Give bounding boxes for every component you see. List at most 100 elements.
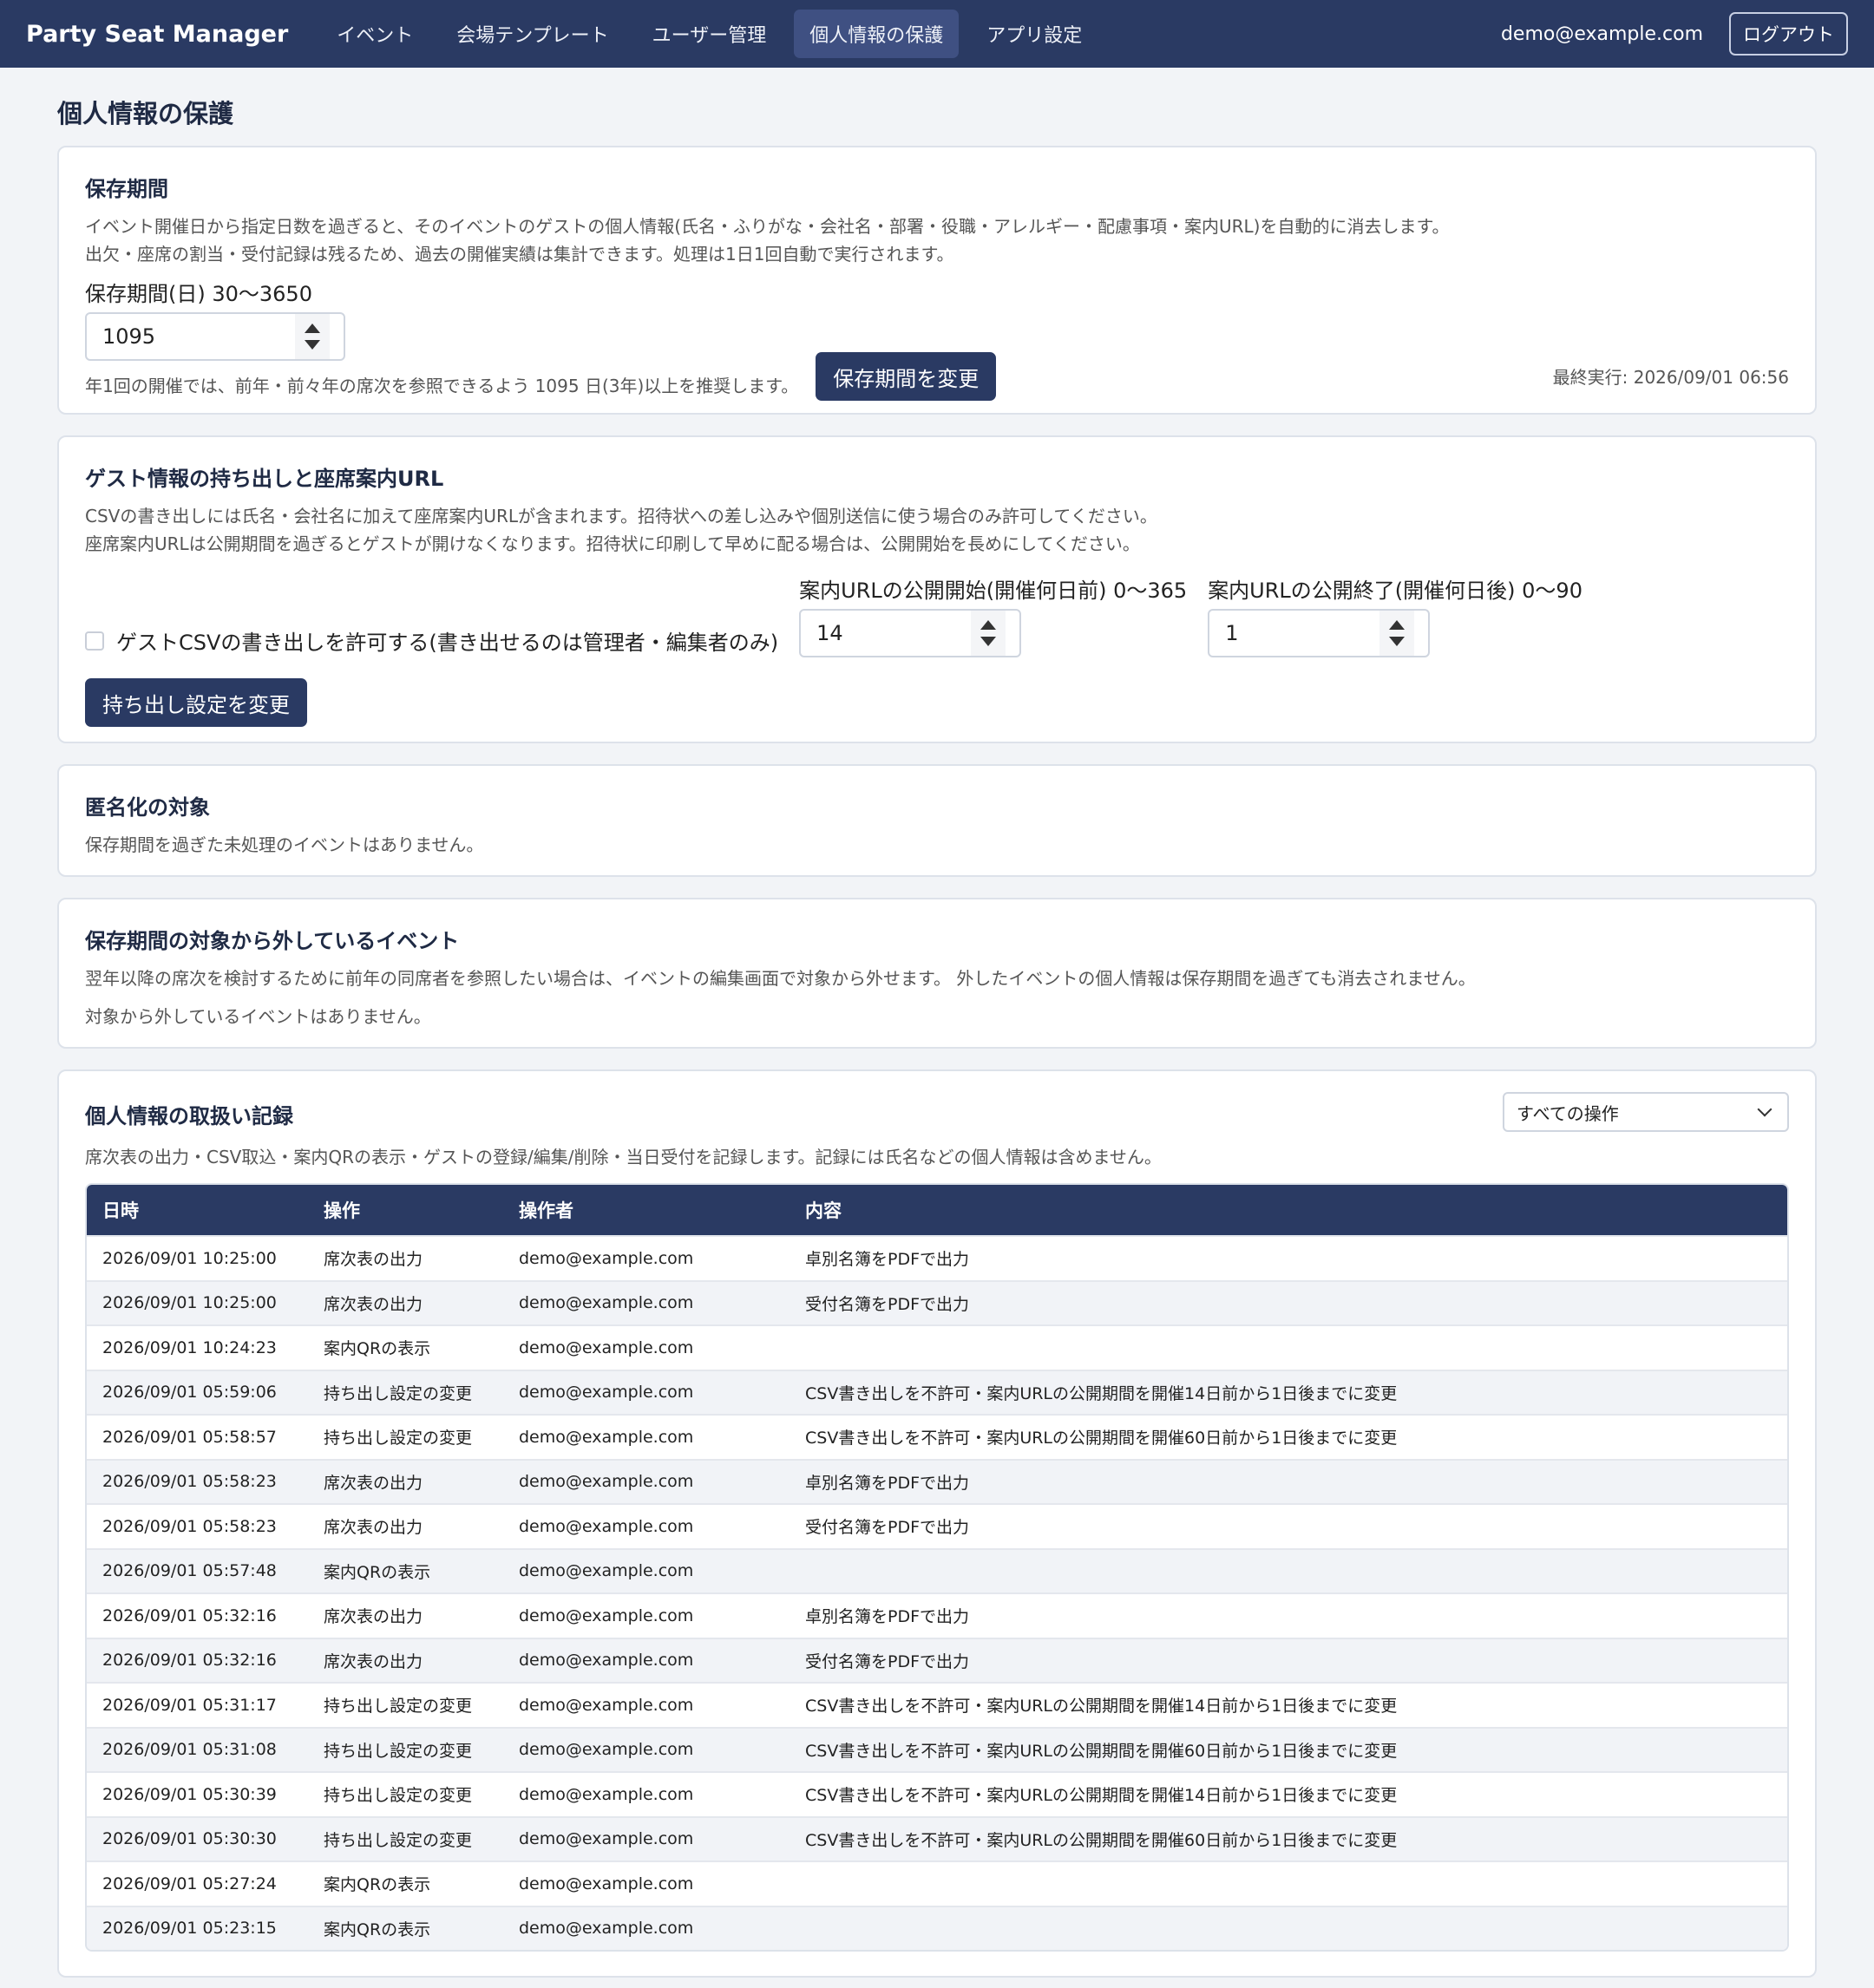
app-brand[interactable]: Party Seat Manager: [26, 21, 288, 48]
url-end-spinner[interactable]: [1379, 611, 1415, 656]
cell-operation: 案内QRの表示: [308, 1905, 503, 1950]
url-end-value: 1: [1225, 621, 1239, 645]
retention-hint: 年1回の開催では、前年・前々年の席次を参照できるよう 1095 日(3年)以上を…: [85, 375, 799, 396]
cell-content: [790, 1905, 1787, 1950]
chevron-down-icon: [1757, 1102, 1772, 1117]
increment-icon[interactable]: [1389, 620, 1406, 630]
operation-filter-value: すべての操作: [1517, 1102, 1619, 1124]
cell-operator: demo@example.com: [503, 1369, 790, 1414]
cell-content: 受付名簿をPDFで出力: [790, 1279, 1787, 1324]
decrement-icon[interactable]: [305, 340, 320, 350]
table-row: 2026/09/01 05:58:57 持ち出し設定の変更 demo@example…: [87, 1414, 1787, 1459]
cell-datetime: 2026/09/01 05:32:16: [87, 1592, 308, 1638]
cell-operation: 案内QRの表示: [308, 1547, 503, 1592]
increment-icon[interactable]: [980, 620, 997, 630]
url-end-input[interactable]: 1: [1208, 609, 1431, 657]
retention-desc-2: 出欠・座席の割当・受付記録は残るため、過去の開催実績は集計できます。処理は1日1…: [85, 244, 954, 265]
csv-export-checkbox[interactable]: [85, 631, 104, 651]
retention-title: 保存期間: [85, 177, 168, 201]
logout-button[interactable]: ログアウト: [1729, 12, 1848, 56]
excluded-desc: 翌年以降の席次を検討するために前年の同席者を参照したい場合は、イベントの編集画面…: [85, 968, 1476, 989]
cell-content: 受付名簿をPDFで出力: [790, 1503, 1787, 1548]
cell-operator: demo@example.com: [503, 1726, 790, 1771]
cell-operation: 席次表の出力: [308, 1235, 503, 1280]
table-row: 2026/09/01 10:25:00 席次表の出力 demo@example.co…: [87, 1279, 1787, 1324]
retention-days-value: 1095: [102, 324, 156, 349]
cell-operation: 案内QRの表示: [308, 1860, 503, 1906]
cell-datetime: 2026/09/01 10:24:23: [87, 1324, 308, 1370]
cell-datetime: 2026/09/01 05:57:48: [87, 1547, 308, 1592]
url-start-input[interactable]: 14: [799, 609, 1022, 657]
nav-item-1[interactable]: 会場テンプレート: [441, 10, 624, 58]
header-datetime[interactable]: 日時: [87, 1185, 308, 1235]
cell-datetime: 2026/09/01 05:23:15: [87, 1905, 308, 1950]
access-log-card: 個人情報の取扱い記録 すべての操作 席次表の出力・CSV取込・案内QRの表示・ゲ…: [57, 1069, 1817, 1978]
cell-datetime: 2026/09/01 05:59:06: [87, 1369, 308, 1414]
url-end-label: 案内URLの公開終了(開催何日後) 0〜90: [1208, 579, 1582, 603]
export-title: ゲスト情報の持ち出しと座席案内URL: [85, 467, 444, 491]
url-start-value: 14: [816, 621, 843, 645]
cell-content: [790, 1324, 1787, 1370]
last-run-time: 最終実行: 2026/09/01 06:56: [1552, 367, 1789, 388]
access-log-body: 2026/09/01 10:25:00 席次表の出力 demo@example.co…: [87, 1235, 1787, 1950]
export-desc-1: CSVの書き出しには氏名・会社名に加えて座席案内URLが含まれます。招待状への差…: [85, 506, 1157, 526]
nav-item-3[interactable]: 個人情報の保護: [794, 10, 960, 58]
nav-item-0[interactable]: イベント: [321, 10, 429, 58]
cell-operator: demo@example.com: [503, 1860, 790, 1906]
cell-operation: 案内QRの表示: [308, 1324, 503, 1370]
header-operation[interactable]: 操作: [308, 1185, 503, 1235]
table-row: 2026/09/01 05:59:06 持ち出し設定の変更 demo@example…: [87, 1369, 1787, 1414]
table-row: 2026/09/01 05:30:30 持ち出し設定の変更 demo@example…: [87, 1815, 1787, 1860]
cell-datetime: 2026/09/01 05:58:23: [87, 1458, 308, 1503]
url-start-label: 案内URLの公開開始(開催何日前) 0〜365: [799, 579, 1188, 603]
nav-item-2[interactable]: ユーザー管理: [637, 10, 783, 58]
url-start-field: 案内URLの公開開始(開催何日前) 0〜365 14: [799, 573, 1187, 657]
csv-export-checkbox-row[interactable]: ゲストCSVの書き出しを許可する(書き出せるのは管理者・編集者のみ): [85, 625, 778, 656]
cell-operator: demo@example.com: [503, 1815, 790, 1860]
table-row: 2026/09/01 05:30:39 持ち出し設定の変更 demo@example…: [87, 1771, 1787, 1816]
cell-content: [790, 1860, 1787, 1906]
retention-field-label: 保存期間(日) 30〜3650: [85, 282, 312, 306]
cell-operator: demo@example.com: [503, 1414, 790, 1459]
change-retention-button[interactable]: 保存期間を変更: [816, 352, 997, 401]
decrement-icon[interactable]: [980, 637, 997, 646]
anonymize-card: 匿名化の対象 保存期間を過ぎた未処理のイベントはありません。: [57, 764, 1817, 877]
cell-operation: 持ち出し設定の変更: [308, 1682, 503, 1727]
table-row: 2026/09/01 10:25:00 席次表の出力 demo@example.co…: [87, 1235, 1787, 1280]
cell-content: CSV書き出しを不許可・案内URLの公開期間を開催60日前から1日後までに変更: [790, 1414, 1787, 1459]
cell-datetime: 2026/09/01 10:25:00: [87, 1235, 308, 1280]
cell-operation: 持ち出し設定の変更: [308, 1414, 503, 1459]
cell-datetime: 2026/09/01 05:30:30: [87, 1815, 308, 1860]
header-content[interactable]: 内容: [790, 1185, 1787, 1235]
decrement-icon[interactable]: [1389, 637, 1406, 646]
excluded-card: 保存期間の対象から外しているイベント 翌年以降の席次を検討するために前年の同席者…: [57, 898, 1817, 1049]
table-row: 2026/09/01 05:31:08 持ち出し設定の変更 demo@example…: [87, 1726, 1787, 1771]
access-log-desc: 席次表の出力・CSV取込・案内QRの表示・ゲストの登録/編集/削除・当日受付を記…: [85, 1147, 1162, 1167]
cell-operator: demo@example.com: [503, 1503, 790, 1548]
cell-datetime: 2026/09/01 10:25:00: [87, 1279, 308, 1324]
cell-content: CSV書き出しを不許可・案内URLの公開期間を開催60日前から1日後までに変更: [790, 1815, 1787, 1860]
page: 個人情報の保護 保存期間 イベント開催日から指定日数を過ぎると、そのイベントのゲ…: [0, 68, 1874, 1978]
operation-filter-select[interactable]: すべての操作: [1503, 1092, 1789, 1132]
cell-content: 卓別名簿をPDFで出力: [790, 1458, 1787, 1503]
table-row: 2026/09/01 05:32:16 席次表の出力 demo@example.co…: [87, 1592, 1787, 1638]
anonymize-desc: 保存期間を過ぎた未処理のイベントはありません。: [85, 834, 484, 855]
cell-datetime: 2026/09/01 05:31:17: [87, 1682, 308, 1727]
table-row: 2026/09/01 05:57:48 案内QRの表示 demo@example.c…: [87, 1547, 1787, 1592]
nav-item-4[interactable]: アプリ設定: [971, 10, 1098, 58]
retention-card: 保存期間 イベント開催日から指定日数を過ぎると、そのイベントのゲストの個人情報(…: [57, 146, 1817, 415]
retention-days-spinner[interactable]: [295, 314, 330, 359]
cell-operation: 持ち出し設定の変更: [308, 1369, 503, 1414]
cell-operator: demo@example.com: [503, 1637, 790, 1682]
increment-icon[interactable]: [305, 324, 320, 333]
cell-operator: demo@example.com: [503, 1235, 790, 1280]
excluded-title: 保存期間の対象から外しているイベント: [85, 929, 460, 953]
change-export-button[interactable]: 持ち出し設定を変更: [85, 678, 307, 727]
anonymize-title: 匿名化の対象: [85, 795, 210, 820]
header-operator[interactable]: 操作者: [503, 1185, 790, 1235]
retention-desc-1: イベント開催日から指定日数を過ぎると、そのイベントのゲストの個人情報(氏名・ふり…: [85, 216, 1450, 237]
retention-days-input[interactable]: 1095: [85, 312, 345, 361]
url-start-spinner[interactable]: [971, 611, 1006, 656]
table-row: 2026/09/01 05:58:23 席次表の出力 demo@example.co…: [87, 1503, 1787, 1548]
cell-operation: 持ち出し設定の変更: [308, 1771, 503, 1816]
